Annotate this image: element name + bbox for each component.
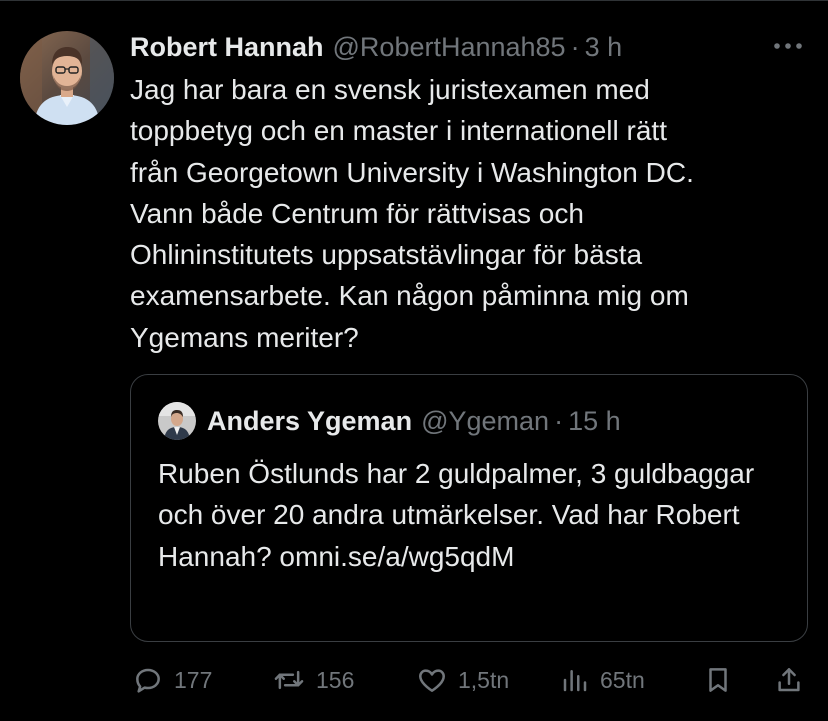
more-icon	[773, 37, 803, 55]
reply-button[interactable]: 177	[132, 660, 212, 700]
views-icon	[560, 664, 590, 696]
author-name[interactable]: Robert Hannah	[130, 32, 324, 63]
tweet-timestamp[interactable]: 3 h	[585, 32, 623, 63]
tweet-header: Robert Hannah @RobertHannah85 · 3 h	[130, 27, 708, 67]
like-icon	[416, 664, 448, 696]
views-button[interactable]: 65tn	[560, 660, 645, 700]
repost-icon	[272, 664, 306, 696]
quoted-tweet[interactable]: Anders Ygeman @Ygeman · 15 h Ruben Östlu…	[130, 374, 808, 642]
share-button[interactable]	[774, 660, 804, 700]
like-button[interactable]: 1,5tn	[416, 660, 509, 700]
quoted-separator-dot: ·	[554, 405, 564, 436]
like-count: 1,5tn	[458, 666, 510, 693]
repost-button[interactable]: 156	[272, 660, 354, 700]
more-options-button[interactable]	[770, 34, 806, 58]
action-bar: 177 156 1,5tn 65tn	[0, 660, 828, 700]
share-icon	[774, 664, 804, 696]
quoted-author-name: Anders Ygeman	[207, 405, 413, 436]
repost-count: 156	[316, 666, 355, 693]
tweet-text: Jag har bara en svensk juristexamen med …	[130, 74, 694, 353]
author-avatar[interactable]	[20, 31, 114, 125]
quoted-author-handle: @Ygeman	[421, 405, 550, 436]
quoted-author-avatar	[158, 402, 196, 440]
author-handle[interactable]: @RobertHannah85	[333, 32, 566, 63]
separator-dot: ·	[570, 31, 580, 62]
bookmark-button[interactable]	[703, 660, 733, 700]
quoted-timestamp: 15 h	[568, 405, 621, 436]
quoted-tweet-header: Anders Ygeman @Ygeman · 15 h	[207, 401, 621, 441]
bookmark-icon	[703, 664, 733, 696]
reply-count: 177	[174, 666, 213, 693]
quoted-tweet-text: Ruben Östlunds har 2 guldpalmer, 3 guldb…	[158, 458, 755, 572]
views-count: 65tn	[600, 666, 645, 693]
top-divider	[0, 0, 828, 1]
reply-icon	[132, 664, 164, 696]
